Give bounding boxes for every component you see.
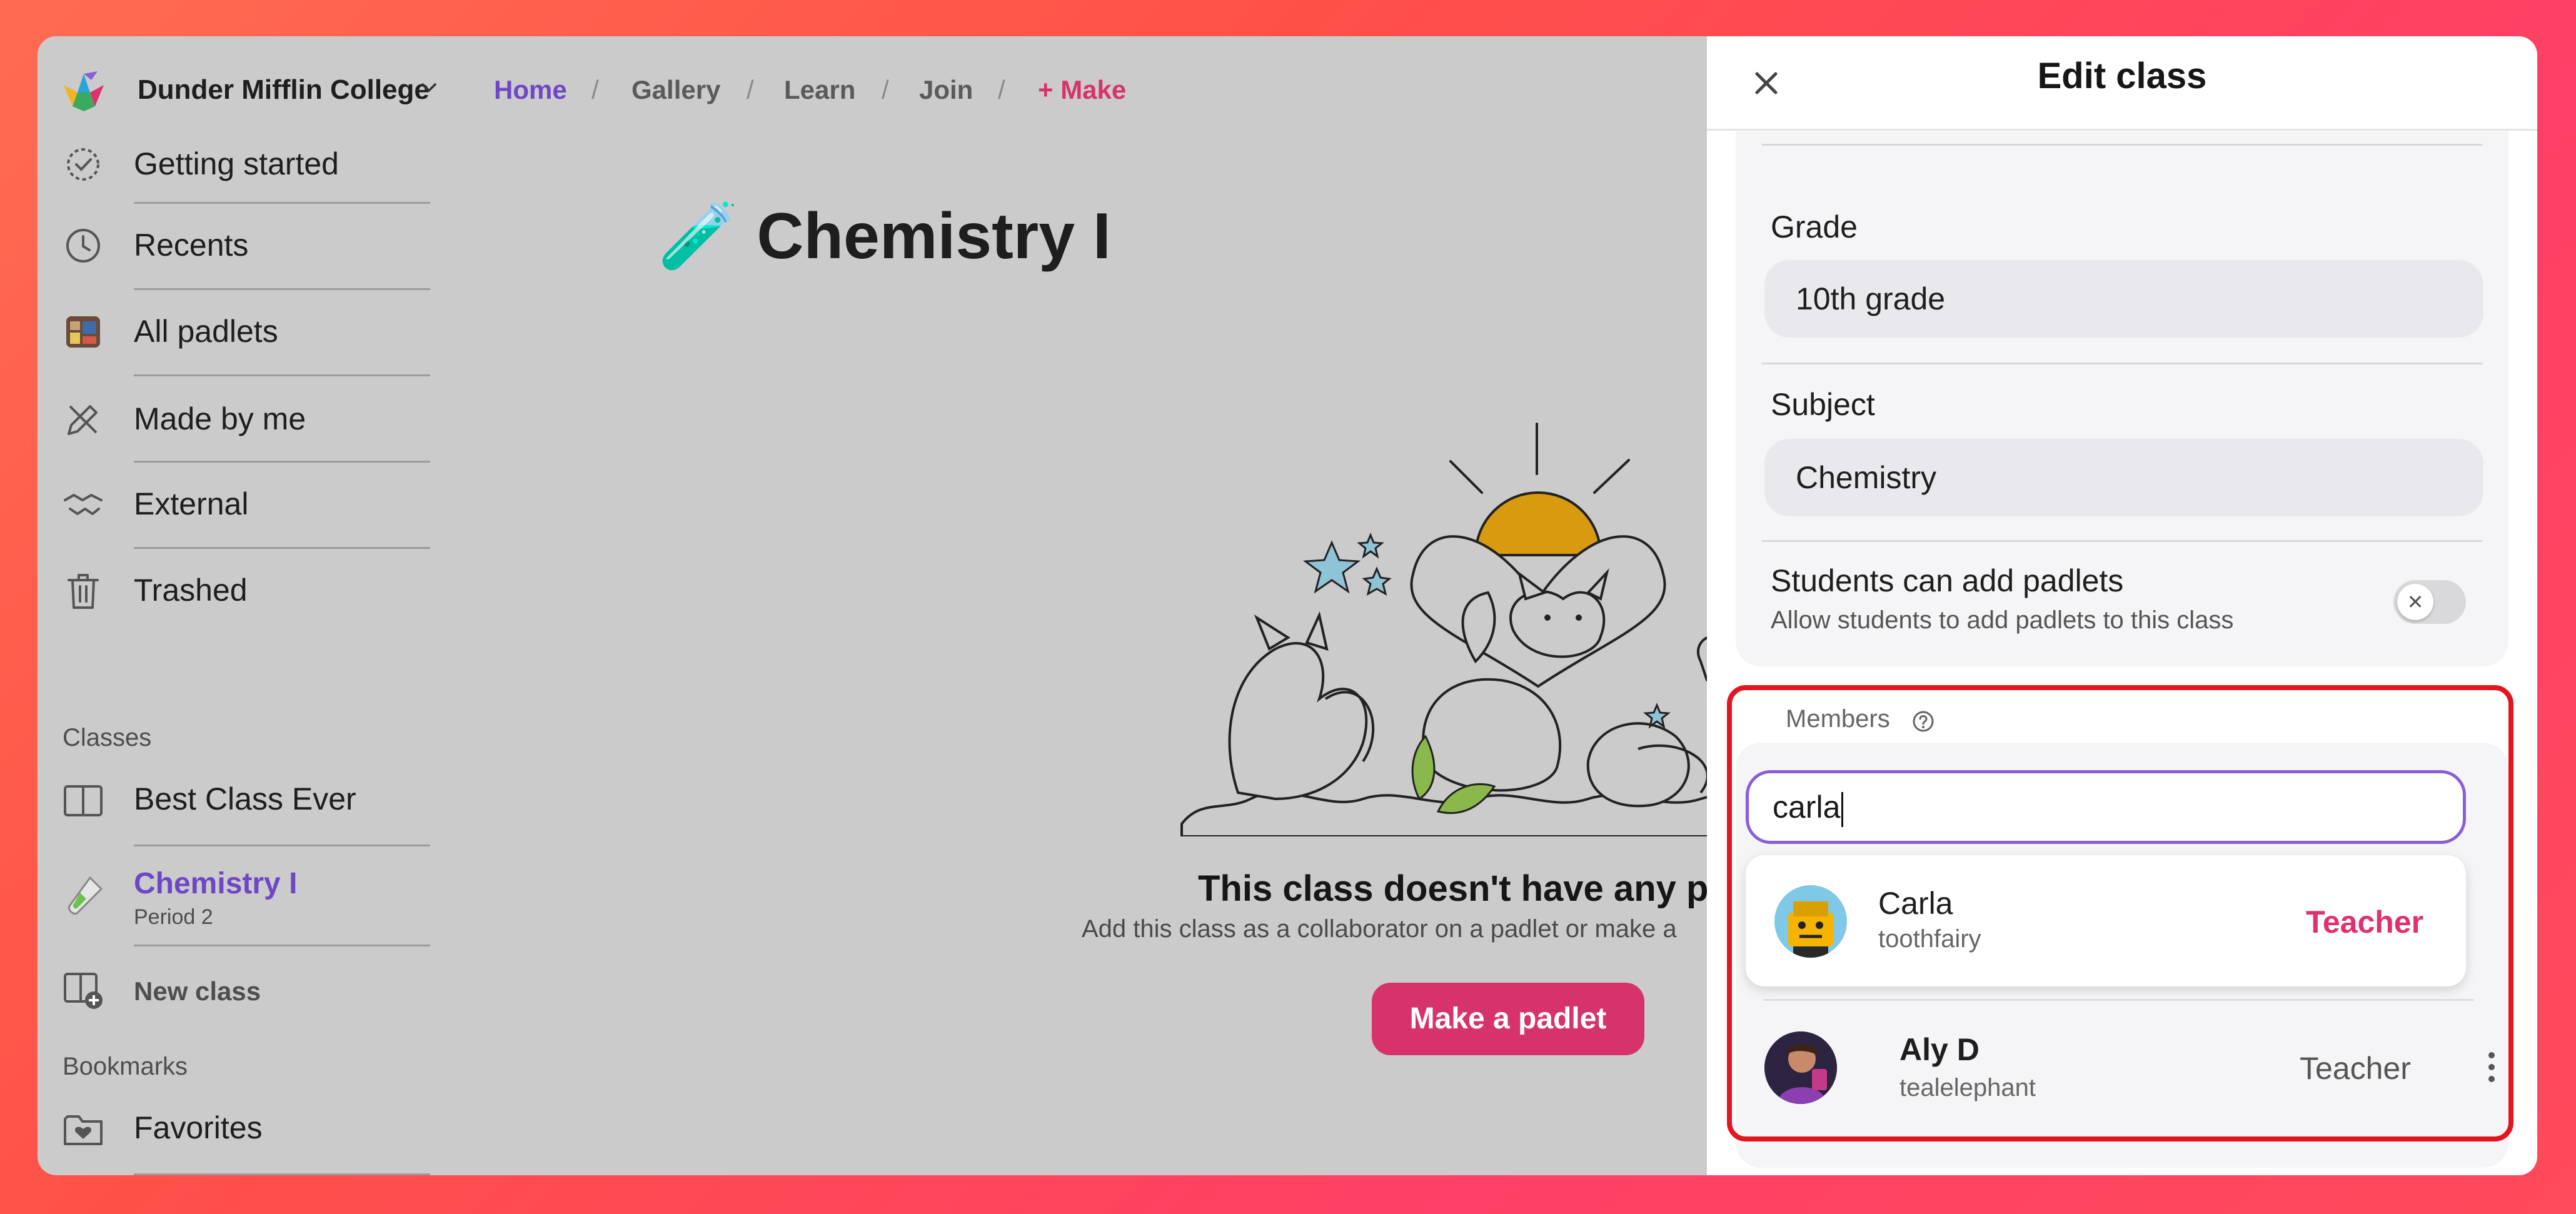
sidebar-item-external[interactable]: External [38,463,438,549]
divider [1707,129,2537,131]
toggle-off-icon: ✕ [2397,584,2433,620]
sidebar-item-all-padlets[interactable]: All padlets [38,290,438,376]
students-add-padlets-description: Allow students to add padlets to this cl… [1771,606,2234,634]
panel-title: Edit class [2037,56,2207,96]
sidebar-item-recents[interactable]: Recents [38,204,438,290]
sidebar-item-label: Chemistry I [134,867,298,900]
cat-and-fox-under-sun-illustration [1180,423,1744,836]
folder-heart-icon [64,1115,103,1145]
nav-separator: / [998,75,1005,104]
nav-separator: / [747,75,754,104]
add-as-teacher-button[interactable]: Teacher [2306,904,2423,940]
students-add-padlets-toggle[interactable]: ✕ [2393,580,2466,624]
grade-field[interactable]: 10th grade [1764,260,2483,338]
help-icon[interactable] [1911,709,1936,734]
nav-separator: / [591,75,599,104]
class-title: Chemistry I [757,200,1111,273]
sidebar-item-label: Made by me [134,401,306,436]
sidebar-item-sublabel: Period 2 [134,905,213,929]
member-name: Aly D [1899,1032,1980,1067]
trash-icon [68,574,99,609]
new-class-button[interactable]: New class [38,946,438,1033]
sidebar-item-label: Recents [134,228,249,263]
main-content: 🧪 Chemistry I This class doesn't have an… [438,136,1744,1175]
empty-state-subtitle: Add this class as a collaborator on a pa… [1082,915,1677,943]
members-label: Members [1786,705,1890,733]
nav-home[interactable]: Home [494,71,567,109]
nav-learn[interactable]: Learn [784,71,855,109]
nav-join[interactable]: Join [919,71,973,109]
bookmarks-section-title: Bookmarks [63,1053,188,1080]
grade-label: Grade [1771,209,1858,244]
divider [1762,363,2482,364]
divider [1762,144,2482,146]
class-settings-card: Grade 10th grade Subject Chemistry Stude… [1736,131,2508,666]
clock-icon [66,229,100,263]
sidebar-item-getting-started[interactable]: Getting started [38,118,438,204]
member-search-value: carla [1773,790,1841,825]
nav-gallery[interactable]: Gallery [631,71,720,109]
member-suggestion[interactable]: Carla toothfairy Teacher [1746,855,2466,986]
sidebar-item-label: Best Class Ever [134,781,356,816]
sidebar-item-label: Getting started [134,146,339,181]
edit-class-panel: Edit class Grade 10th grade Subject Chem… [1707,36,2537,1175]
page-title: 🧪 Chemistry I [658,199,1111,274]
class-emoji: 🧪 [658,200,739,273]
sidebar-item-label: External [134,486,249,521]
sidebar: Getting started Recents All padlets Made… [38,136,438,1175]
user-photo-avatar [1764,1031,1837,1104]
divider [134,1173,430,1175]
check-circle-icon [67,148,99,181]
avatar [1774,885,1847,958]
handshake-icon [64,494,103,515]
pencil-ruler-icon [68,405,98,435]
sidebar-item-label: All padlets [134,314,278,349]
sidebar-item-best-class-ever[interactable]: Best Class Ever [38,760,438,846]
sidebar-item-trashed[interactable]: Trashed [38,549,438,635]
member-username: tealelephant [1899,1074,2036,1101]
divider [1763,999,2473,1001]
more-options-icon[interactable] [2482,1045,2501,1089]
sidebar-item-label: Trashed [134,573,248,608]
sidebar-item-favorites[interactable]: Favorites [38,1089,438,1175]
suggestion-name: Carla [1878,886,1953,921]
org-name[interactable]: Dunder Mifflin College [138,71,430,109]
subject-field[interactable]: Chemistry [1764,439,2483,516]
subject-label: Subject [1771,387,1875,422]
classes-section-title: Classes [63,724,152,751]
nav-make[interactable]: + Make [1038,71,1126,109]
padlets-thumbnail-icon [66,316,100,348]
nav-separator: / [882,75,889,104]
text-caret [1841,791,1844,827]
empty-state-title: This class doesn't have any pa [1198,868,1729,909]
make-padlet-button[interactable]: Make a padlet [1372,983,1644,1055]
test-tube-icon [68,876,103,915]
chevron-down-icon[interactable] [416,75,441,100]
sidebar-item-chemistry-i[interactable]: Chemistry I Period 2 [38,846,438,946]
app-window: Dunder Mifflin College Home / Gallery / … [38,36,2537,1175]
member-role[interactable]: Teacher [2300,1050,2411,1086]
padlet-logo-icon[interactable] [59,68,109,118]
sidebar-item-made-by-me[interactable]: Made by me [38,376,438,463]
tooth-fairy-avatar-icon [1788,901,1833,958]
divider [1762,540,2482,542]
member-search-input[interactable]: carla [1746,770,2466,844]
book-icon [64,785,103,816]
new-class-label: New class [134,976,261,1006]
suggestion-username: toothfairy [1878,925,1981,953]
students-add-padlets-label: Students can add padlets [1771,563,2124,598]
add-class-icon [64,973,103,1009]
sidebar-item-label: Favorites [134,1110,263,1145]
avatar [1764,1031,1837,1104]
